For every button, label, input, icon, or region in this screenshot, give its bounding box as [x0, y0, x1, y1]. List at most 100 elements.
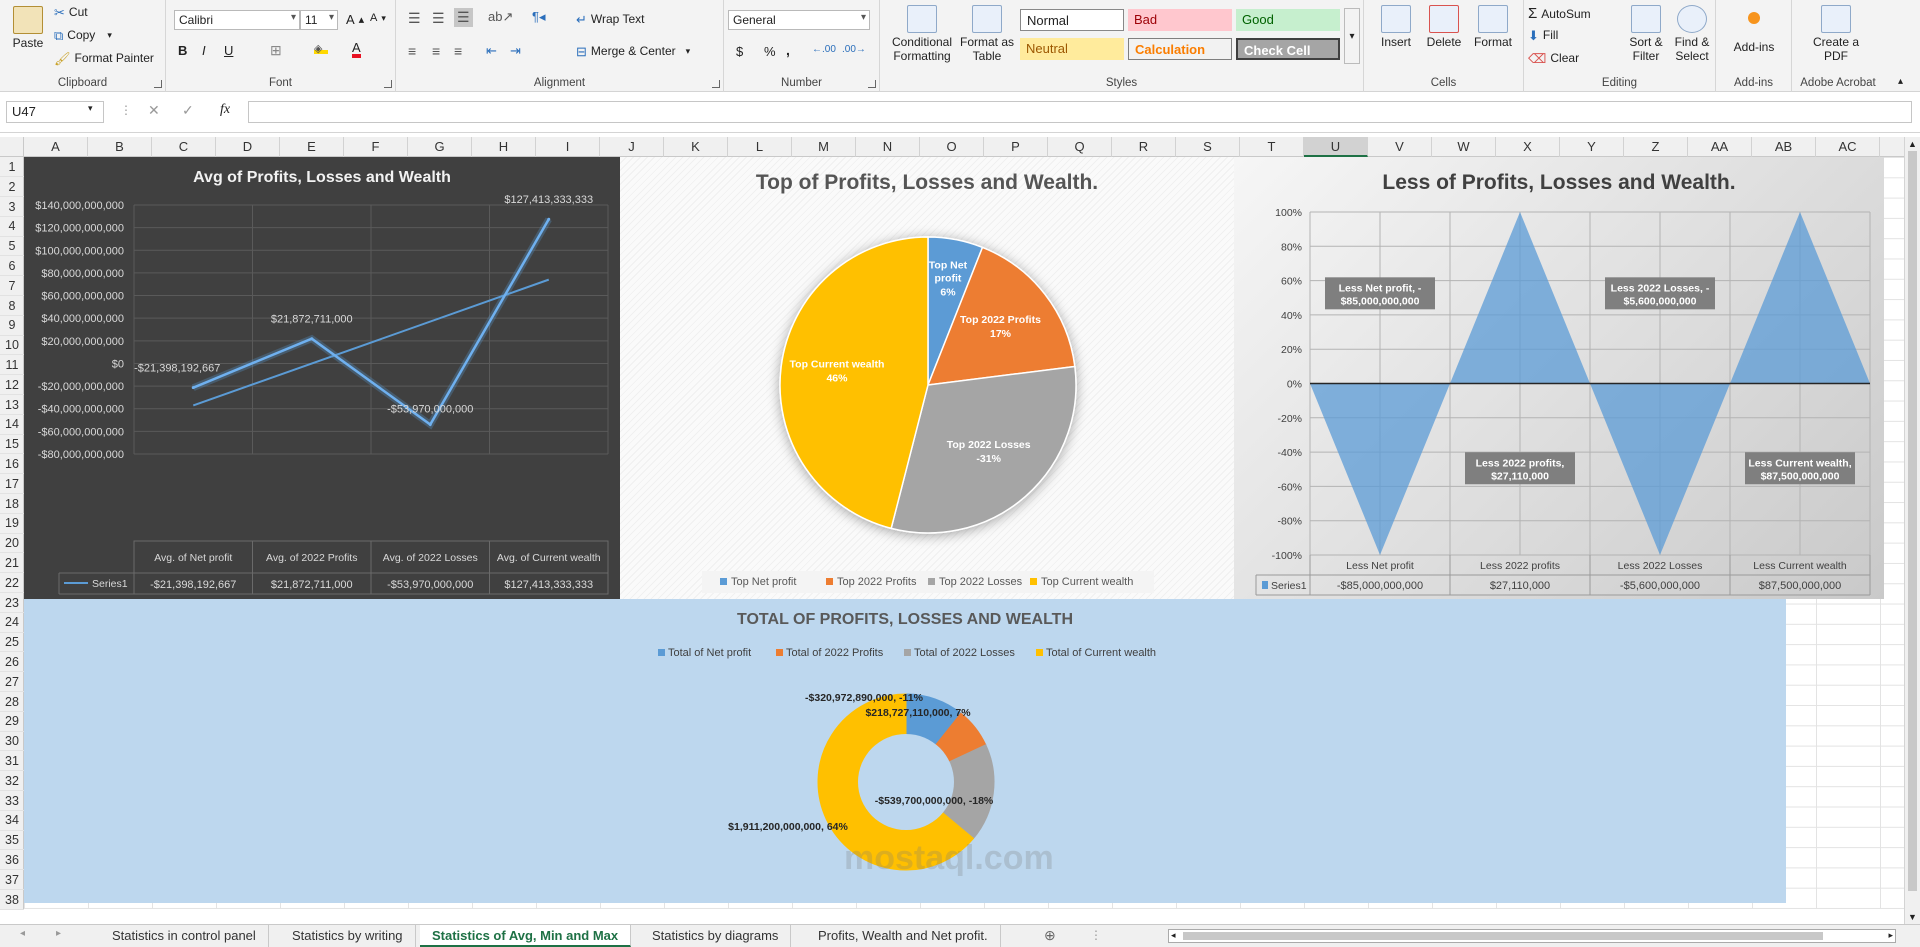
column-header-l[interactable]: L [728, 137, 792, 157]
row-header-33[interactable]: 33 [0, 791, 24, 811]
cut-button[interactable]: ✂ Cut [54, 5, 88, 19]
orientation-icon[interactable]: ab↗ [488, 9, 513, 25]
row-header-17[interactable]: 17 [0, 474, 24, 495]
sheet-tab[interactable]: Statistics of Avg, Min and Max [420, 925, 632, 947]
row-header-8[interactable]: 8 [0, 296, 24, 316]
row-header-22[interactable]: 22 [0, 573, 24, 594]
addins-button[interactable]: Add-ins [1722, 8, 1786, 54]
row-header-25[interactable]: 25 [0, 632, 24, 653]
style-bad[interactable]: Bad [1128, 9, 1232, 31]
format-painter-button[interactable]: 🖌 Format Painter [54, 51, 154, 65]
underline-button[interactable]: U [224, 43, 233, 58]
top-pie-chart[interactable]: Top of Profits, Losses and Wealth. Top N… [620, 157, 1234, 599]
row-header-37[interactable]: 37 [0, 870, 24, 891]
row-header-12[interactable]: 12 [0, 375, 24, 396]
style-check-cell[interactable]: Check Cell [1236, 38, 1340, 60]
row-header-27[interactable]: 27 [0, 672, 24, 693]
row-header-38[interactable]: 38 [0, 890, 24, 910]
align-right-icon[interactable]: ≡ [454, 43, 462, 59]
row-header-14[interactable]: 14 [0, 414, 24, 435]
insert-function-button[interactable]: fx [220, 102, 230, 118]
column-header-d[interactable]: D [216, 137, 280, 157]
decrease-font-button[interactable]: A ▾ [370, 12, 386, 24]
column-header-aa[interactable]: AA [1688, 137, 1752, 157]
row-header-19[interactable]: 19 [0, 513, 24, 534]
column-header-p[interactable]: P [984, 137, 1048, 157]
column-header-g[interactable]: G [408, 137, 472, 157]
format-as-table-button[interactable]: Format as Table [958, 5, 1016, 63]
conditional-formatting-button[interactable]: Conditional Formatting [888, 5, 956, 63]
column-header-u[interactable]: U [1304, 137, 1368, 157]
add-sheet-button[interactable]: ⊕ [1044, 927, 1056, 944]
text-direction-icon[interactable]: ¶◂ [532, 9, 546, 25]
column-header-z[interactable]: Z [1624, 137, 1688, 157]
fill-color-button[interactable]: ◈ [314, 42, 328, 55]
cancel-icon[interactable]: ✕ [148, 102, 160, 119]
column-header-f[interactable]: F [344, 137, 408, 157]
sheet-tab[interactable]: Statistics by writing [280, 925, 416, 947]
style-normal[interactable]: Normal [1020, 9, 1124, 31]
less-area-chart[interactable]: Less of Profits, Losses and Wealth. 100%… [1234, 157, 1884, 599]
paste-button[interactable]: Paste [8, 6, 48, 50]
increase-decimal-icon[interactable]: ←.00 [812, 44, 836, 55]
total-doughnut-chart[interactable]: TOTAL OF PROFITS, LOSSES AND WEALTH Tota… [24, 599, 1786, 903]
bold-button[interactable]: B [178, 43, 187, 58]
dialog-launcher-icon[interactable] [712, 80, 720, 88]
horizontal-scrollbar[interactable]: ◂ ▸ [1168, 929, 1896, 943]
decrease-decimal-icon[interactable]: .00→ [842, 44, 866, 55]
column-header-j[interactable]: J [600, 137, 664, 157]
collapse-ribbon-icon[interactable]: ▴ [1898, 76, 1903, 87]
row-header-30[interactable]: 30 [0, 731, 24, 752]
scroll-left-icon[interactable]: ◂ [1171, 930, 1176, 941]
comma-button[interactable]: , [786, 42, 790, 58]
currency-button[interactable]: $ [736, 44, 743, 59]
row-header-23[interactable]: 23 [0, 593, 24, 613]
font-name-select[interactable]: Calibri [174, 10, 300, 30]
italic-button[interactable]: I [202, 43, 206, 58]
insert-button[interactable]: Insert [1374, 5, 1418, 49]
align-bottom-icon[interactable]: ☰ [454, 8, 473, 27]
select-all-corner[interactable] [0, 137, 24, 157]
row-header-21[interactable]: 21 [0, 553, 24, 574]
column-header-y[interactable]: Y [1560, 137, 1624, 157]
number-format-select[interactable]: General [728, 10, 870, 30]
column-header-k[interactable]: K [664, 137, 728, 157]
next-sheet-icon[interactable]: ▸ [56, 928, 61, 939]
row-header-13[interactable]: 13 [0, 395, 24, 415]
row-header-18[interactable]: 18 [0, 494, 24, 514]
scroll-up-icon[interactable]: ▲ [1908, 139, 1917, 149]
align-left-icon[interactable]: ≡ [408, 43, 416, 59]
column-header-t[interactable]: T [1240, 137, 1304, 157]
decrease-indent-icon[interactable]: ⇤ [486, 43, 497, 59]
row-header-31[interactable]: 31 [0, 751, 24, 772]
row-header-1[interactable]: 1 [0, 157, 24, 178]
borders-icon[interactable]: ⊞ [270, 42, 282, 59]
column-header-q[interactable]: Q [1048, 137, 1112, 157]
column-header-h[interactable]: H [472, 137, 536, 157]
column-header-ac[interactable]: AC [1816, 137, 1880, 157]
column-header-v[interactable]: V [1368, 137, 1432, 157]
formula-input[interactable] [248, 101, 1912, 123]
column-header-ab[interactable]: AB [1752, 137, 1816, 157]
format-cells-button[interactable]: Format [1470, 5, 1516, 49]
dialog-launcher-icon[interactable] [868, 80, 876, 88]
vertical-scrollbar[interactable]: ▲ ▼ [1904, 137, 1920, 924]
find-select-button[interactable]: Find & Select [1670, 5, 1714, 63]
row-header-28[interactable]: 28 [0, 692, 24, 712]
column-header-x[interactable]: X [1496, 137, 1560, 157]
row-header-16[interactable]: 16 [0, 454, 24, 475]
row-header-7[interactable]: 7 [0, 276, 24, 297]
increase-font-button[interactable]: A ▴ [346, 12, 364, 27]
column-header-b[interactable]: B [88, 137, 152, 157]
style-good[interactable]: Good [1236, 9, 1340, 31]
percent-button[interactable]: % [764, 44, 776, 59]
sheet-tab[interactable]: Profits, Wealth and Net profit. [806, 925, 1001, 947]
scroll-thumb[interactable] [1908, 151, 1917, 891]
wrap-text-button[interactable]: ↵ Wrap Text [576, 12, 644, 26]
row-header-6[interactable]: 6 [0, 256, 24, 277]
dialog-launcher-icon[interactable] [384, 80, 392, 88]
font-size-select[interactable]: 11 [300, 10, 338, 30]
row-header-24[interactable]: 24 [0, 612, 24, 633]
increase-indent-icon[interactable]: ⇥ [510, 43, 521, 59]
font-color-button[interactable]: A [352, 41, 361, 58]
